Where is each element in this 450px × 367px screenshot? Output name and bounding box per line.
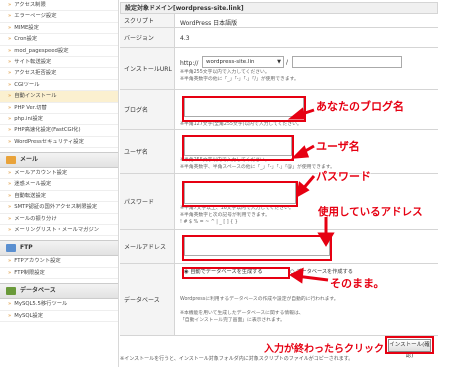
arrow-user-head xyxy=(291,145,310,159)
arrow-mail-head xyxy=(317,232,335,247)
arrow-db-head xyxy=(289,267,304,284)
annotation-arrows xyxy=(287,107,335,284)
arrow-blog-head xyxy=(287,107,306,120)
